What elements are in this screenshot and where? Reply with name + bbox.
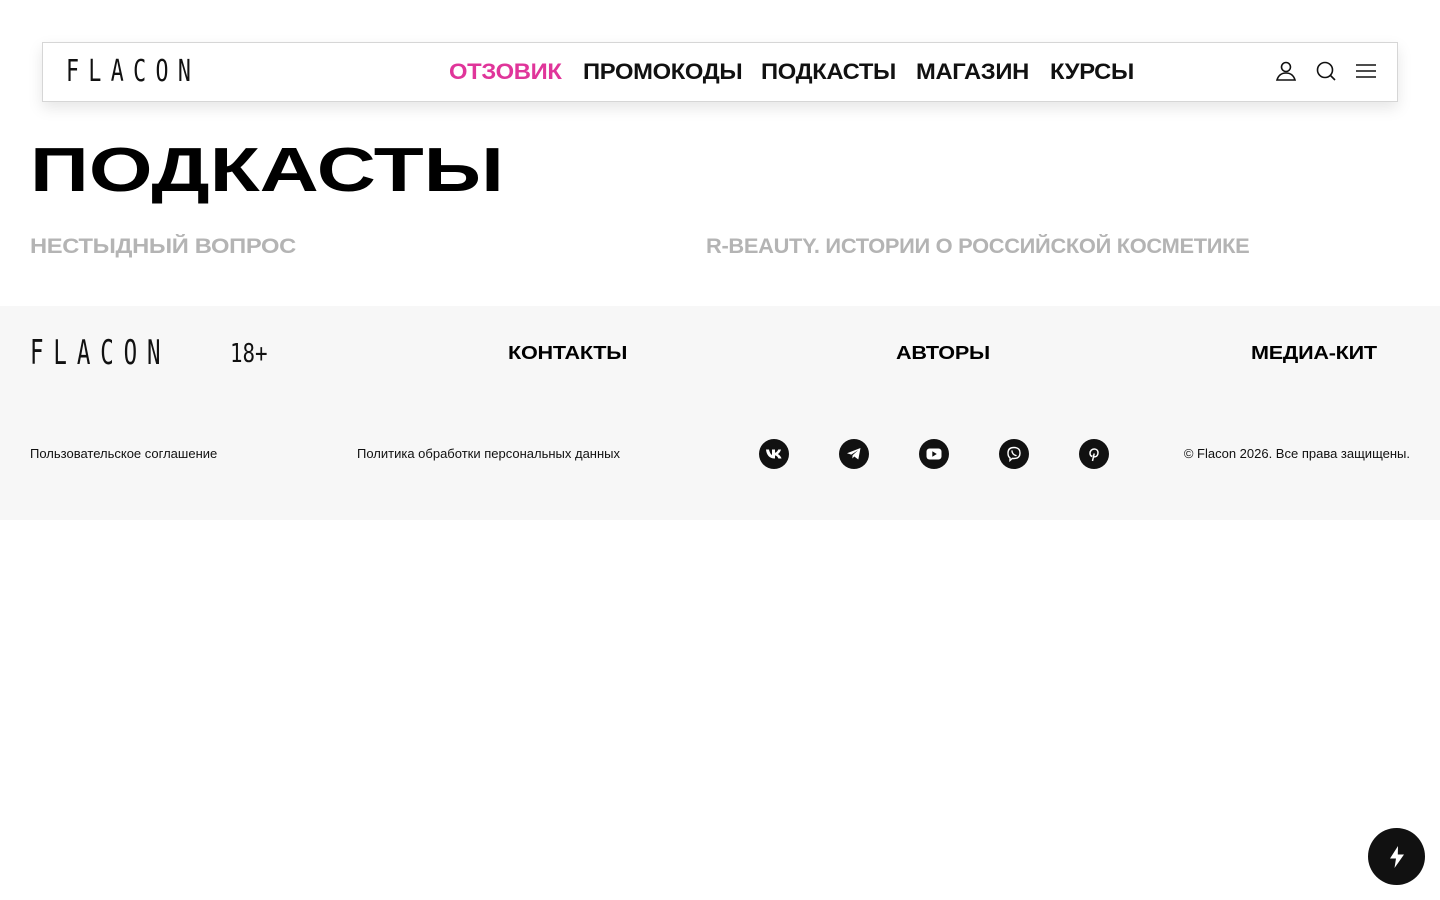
podcast-link-nestydny-vopros[interactable]: НЕСТЫДНЫЙ ВОПРОС [30,234,296,260]
user-agreement-link[interactable]: Пользовательское соглашение [30,446,217,462]
nav-item-promocodes[interactable]: ПРОМОКОДЫ [583,59,743,85]
main-nav: ОТЗОВИК ПРОМОКОДЫ ПОДКАСТЫ МАГАЗИН КУРСЫ [449,59,1138,85]
nav-item-shop[interactable]: МАГАЗИН [916,59,1029,85]
youtube-icon[interactable] [919,439,949,469]
nav-item-otzovik[interactable]: ОТЗОВИК [449,59,562,85]
pinterest-icon[interactable] [1079,439,1109,469]
vk-icon[interactable] [759,439,789,469]
copyright: © Flacon 2026. Все права защищены. [1183,446,1410,461]
site-header: FLACON ОТЗОВИК ПРОМОКОДЫ ПОДКАСТЫ МАГАЗИ… [42,42,1398,102]
footer-link-contacts[interactable]: КОНТАКТЫ [508,342,627,364]
social-links [759,439,1109,469]
viber-icon[interactable] [999,439,1029,469]
podcast-link-r-beauty[interactable]: R-BEAUTY. ИСТОРИИ О РОССИЙСКОЙ КОСМЕТИКЕ [706,234,1250,260]
header-actions [1275,60,1377,82]
page-title: ПОДКАСТЫ [30,136,504,205]
telegram-icon[interactable] [839,439,869,469]
privacy-policy-link[interactable]: Политика обработки персональных данных [357,446,620,462]
search-icon[interactable] [1315,60,1337,82]
site-footer: FLACON 18+ КОНТАКТЫ АВТОРЫ МЕДИА-КИТ Пол… [0,306,1440,520]
footer-link-authors[interactable]: АВТОРЫ [896,342,990,364]
age-rating: 18+ [230,339,268,369]
nav-item-courses[interactable]: КУРСЫ [1050,59,1134,85]
menu-icon[interactable] [1355,60,1377,82]
lightning-button[interactable] [1368,828,1425,885]
user-icon[interactable] [1275,60,1297,82]
footer-link-media-kit[interactable]: МЕДИА-КИТ [1251,342,1377,364]
footer-logo[interactable]: FLACON [30,336,170,370]
logo[interactable]: FLACON [66,57,200,87]
lightning-icon [1389,845,1404,868]
nav-item-podcasts[interactable]: ПОДКАСТЫ [761,59,896,85]
